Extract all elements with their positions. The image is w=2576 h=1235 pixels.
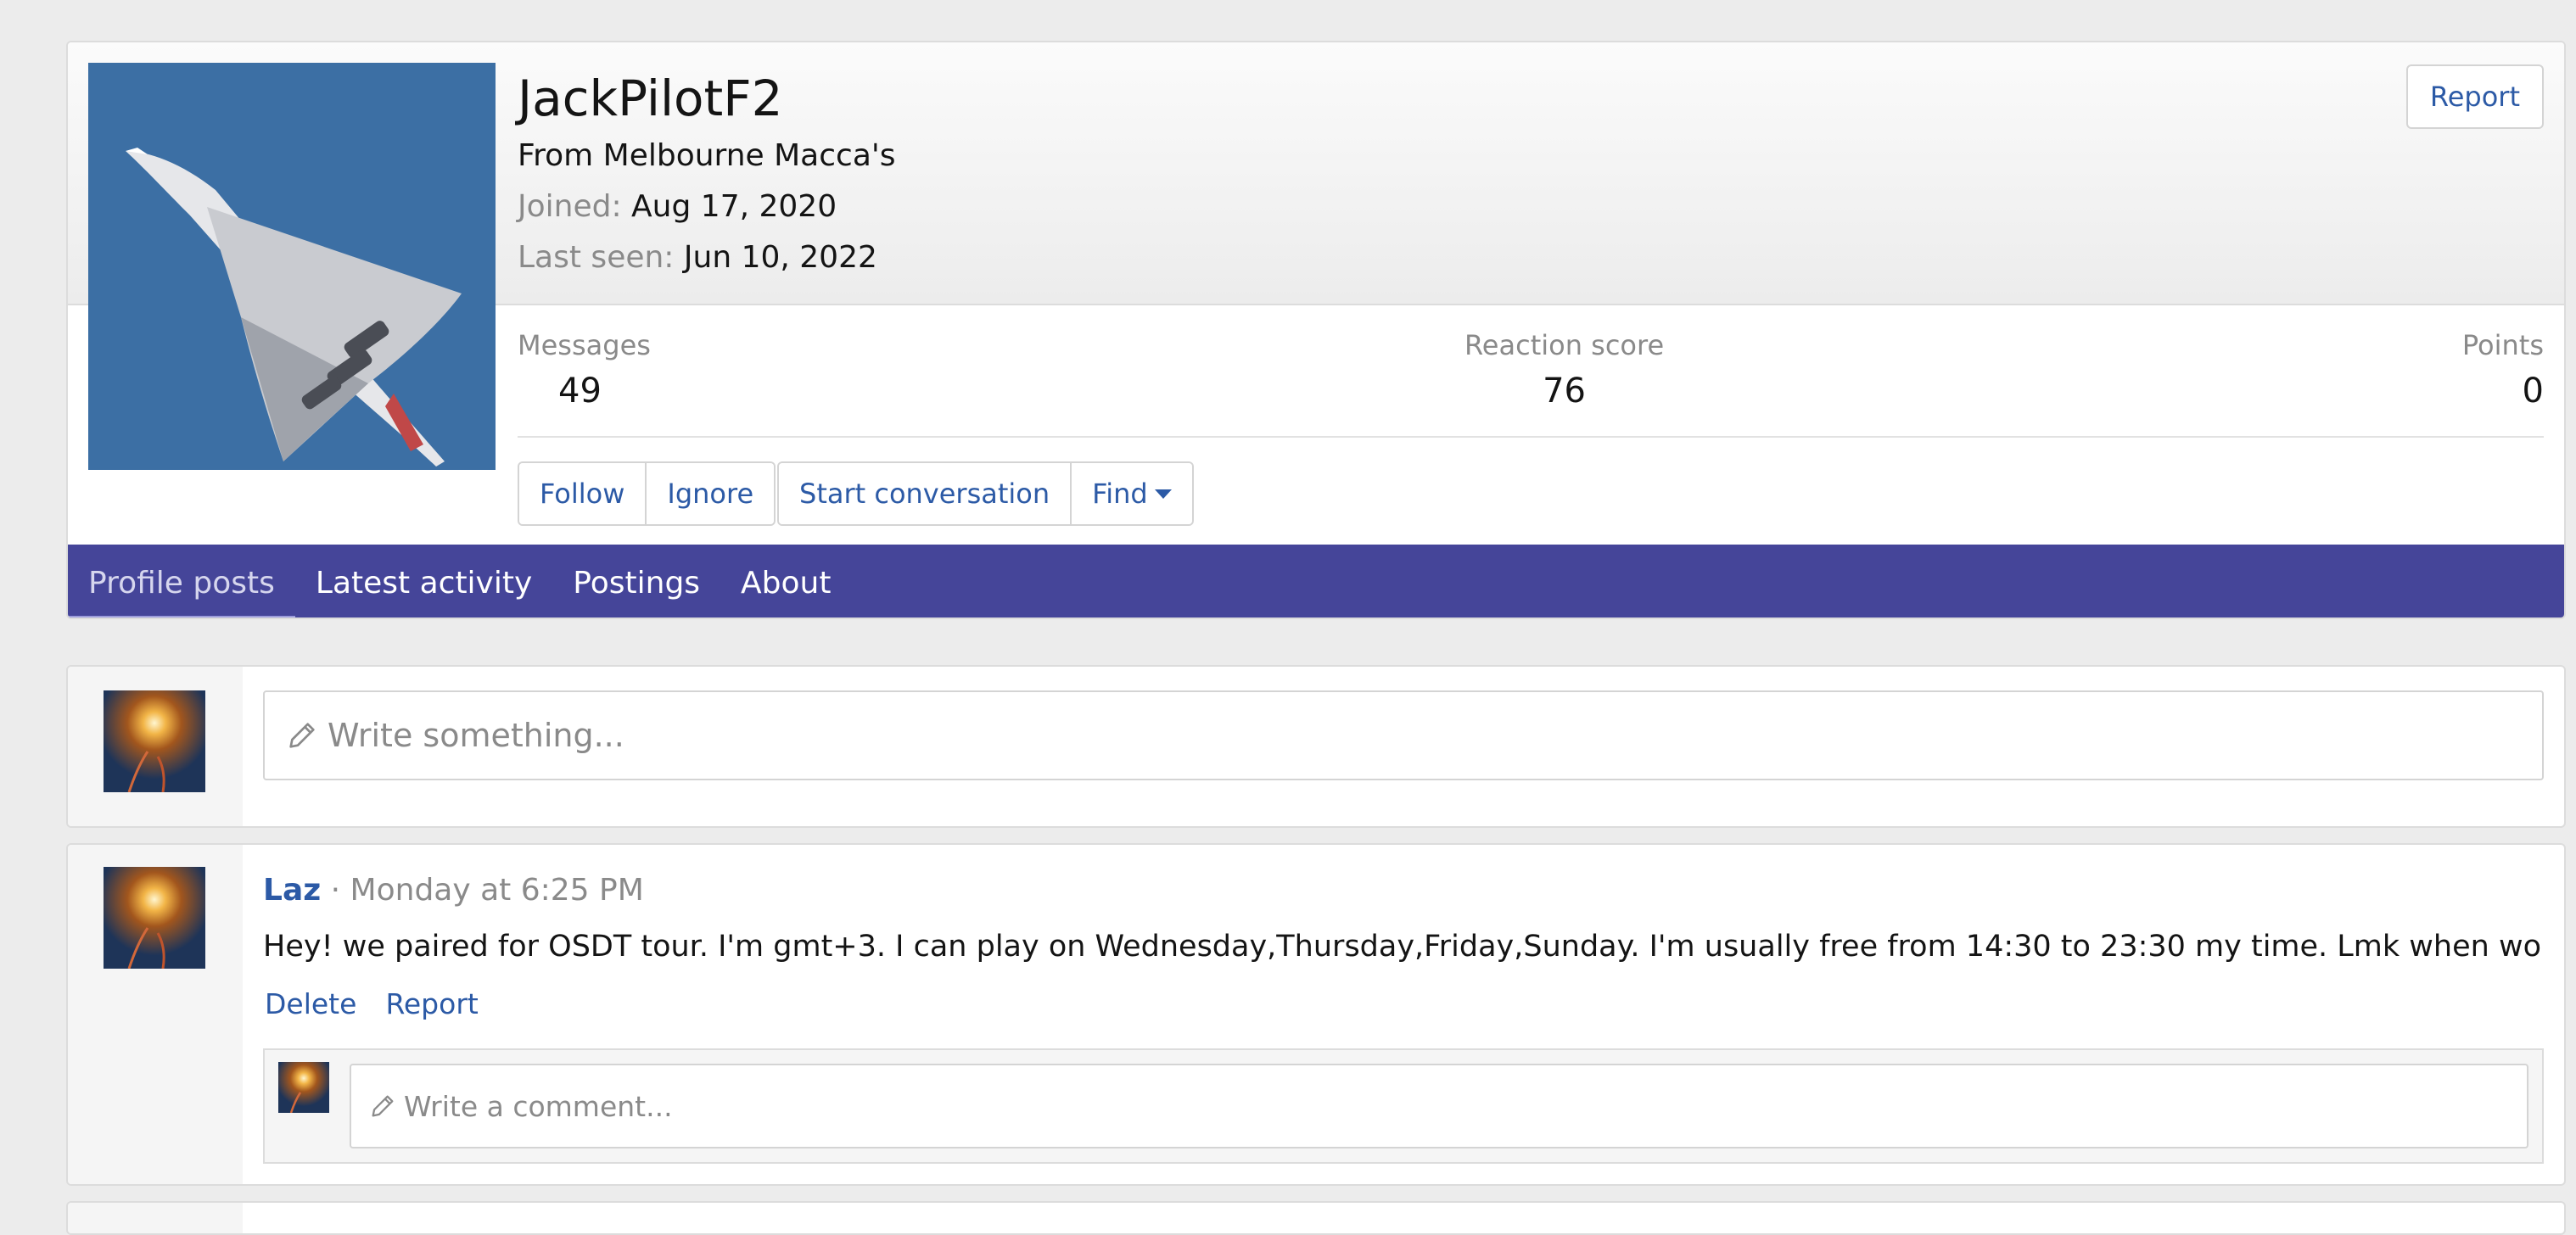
- tab-latest-activity[interactable]: Latest activity: [295, 545, 552, 618]
- avatar-sunset-icon: [104, 867, 205, 969]
- conversation-find-group: Start conversation Find: [777, 461, 1194, 526]
- member-profile-card: JackPilotF2 From Melbourne Macca's Joine…: [66, 41, 2566, 619]
- profile-post: Laz · Monday at 6:25 PM Hey! we paired f…: [66, 843, 2566, 1186]
- profile-avatar[interactable]: [88, 63, 496, 470]
- pencil-icon: [372, 1095, 394, 1117]
- comment-user-avatar[interactable]: [278, 1062, 329, 1113]
- stat-points: Points 0: [2462, 329, 2544, 411]
- start-conversation-button[interactable]: Start conversation: [779, 463, 1071, 524]
- comment-area: Write a comment...: [263, 1048, 2544, 1164]
- next-profile-post: [66, 1201, 2566, 1235]
- post-body: Hey! we paired for OSDT tour. I'm gmt+3.…: [263, 930, 2544, 964]
- profile-post-composer: Write something...: [66, 665, 2566, 828]
- caret-down-icon: [1154, 489, 1172, 499]
- profile-tabs: Profile posts Latest activity Postings A…: [68, 545, 2564, 618]
- find-menu-button[interactable]: Find: [1070, 463, 1192, 524]
- profile-username: JackPilotF2: [518, 70, 783, 127]
- stat-messages-label: Messages: [518, 329, 651, 361]
- follow-button[interactable]: Follow: [519, 463, 646, 524]
- post-timestamp[interactable]: Monday at 6:25 PM: [350, 873, 644, 908]
- stat-reaction-value[interactable]: 76: [1464, 372, 1664, 411]
- meta-separator: ·: [330, 873, 341, 908]
- post-author-avatar[interactable]: [104, 867, 205, 969]
- write-something-placeholder: Write something...: [328, 717, 624, 754]
- stat-points-value[interactable]: 0: [2462, 372, 2544, 411]
- stat-reaction-label: Reaction score: [1464, 329, 1665, 361]
- delete-post-link[interactable]: Delete: [265, 987, 356, 1020]
- current-user-avatar[interactable]: [104, 690, 205, 792]
- stat-messages: Messages 49: [518, 329, 651, 411]
- write-something-input[interactable]: Write something...: [263, 690, 2544, 780]
- last-seen-label: Last seen:: [518, 240, 675, 275]
- concorde-airplane-icon: [88, 63, 496, 470]
- stats-divider: [518, 436, 2544, 438]
- follow-ignore-group: Follow Ignore: [518, 461, 776, 526]
- joined-value: Aug 17, 2020: [631, 189, 837, 224]
- post-author-link[interactable]: Laz: [263, 873, 321, 908]
- stat-reaction-score: Reaction score 76: [1464, 329, 1664, 411]
- write-comment-input[interactable]: Write a comment...: [350, 1064, 2528, 1148]
- ignore-button[interactable]: Ignore: [645, 463, 775, 524]
- pencil-icon: [289, 723, 315, 748]
- write-comment-placeholder: Write a comment...: [404, 1089, 673, 1123]
- joined-label: Joined:: [518, 189, 622, 224]
- stat-points-label: Points: [2461, 329, 2544, 361]
- next-post-gutter: [68, 1203, 243, 1233]
- post-actions: Delete Report: [265, 987, 479, 1020]
- report-profile-button[interactable]: Report: [2405, 64, 2544, 129]
- profile-last-seen: Last seen: Jun 10, 2022: [518, 238, 877, 278]
- stat-messages-value[interactable]: 49: [518, 372, 651, 411]
- last-seen-value[interactable]: Jun 10, 2022: [684, 240, 877, 275]
- find-label: Find: [1092, 478, 1148, 510]
- post-meta: Laz · Monday at 6:25 PM: [263, 870, 644, 911]
- tab-about[interactable]: About: [720, 545, 851, 618]
- avatar-sunset-icon: [104, 690, 205, 792]
- profile-location: From Melbourne Macca's: [518, 138, 896, 173]
- avatar-sunset-icon: [278, 1062, 329, 1113]
- profile-joined: Joined: Aug 17, 2020: [518, 187, 837, 227]
- report-post-link[interactable]: Report: [385, 987, 478, 1020]
- tab-profile-posts[interactable]: Profile posts: [68, 545, 295, 618]
- tab-postings[interactable]: Postings: [552, 545, 720, 618]
